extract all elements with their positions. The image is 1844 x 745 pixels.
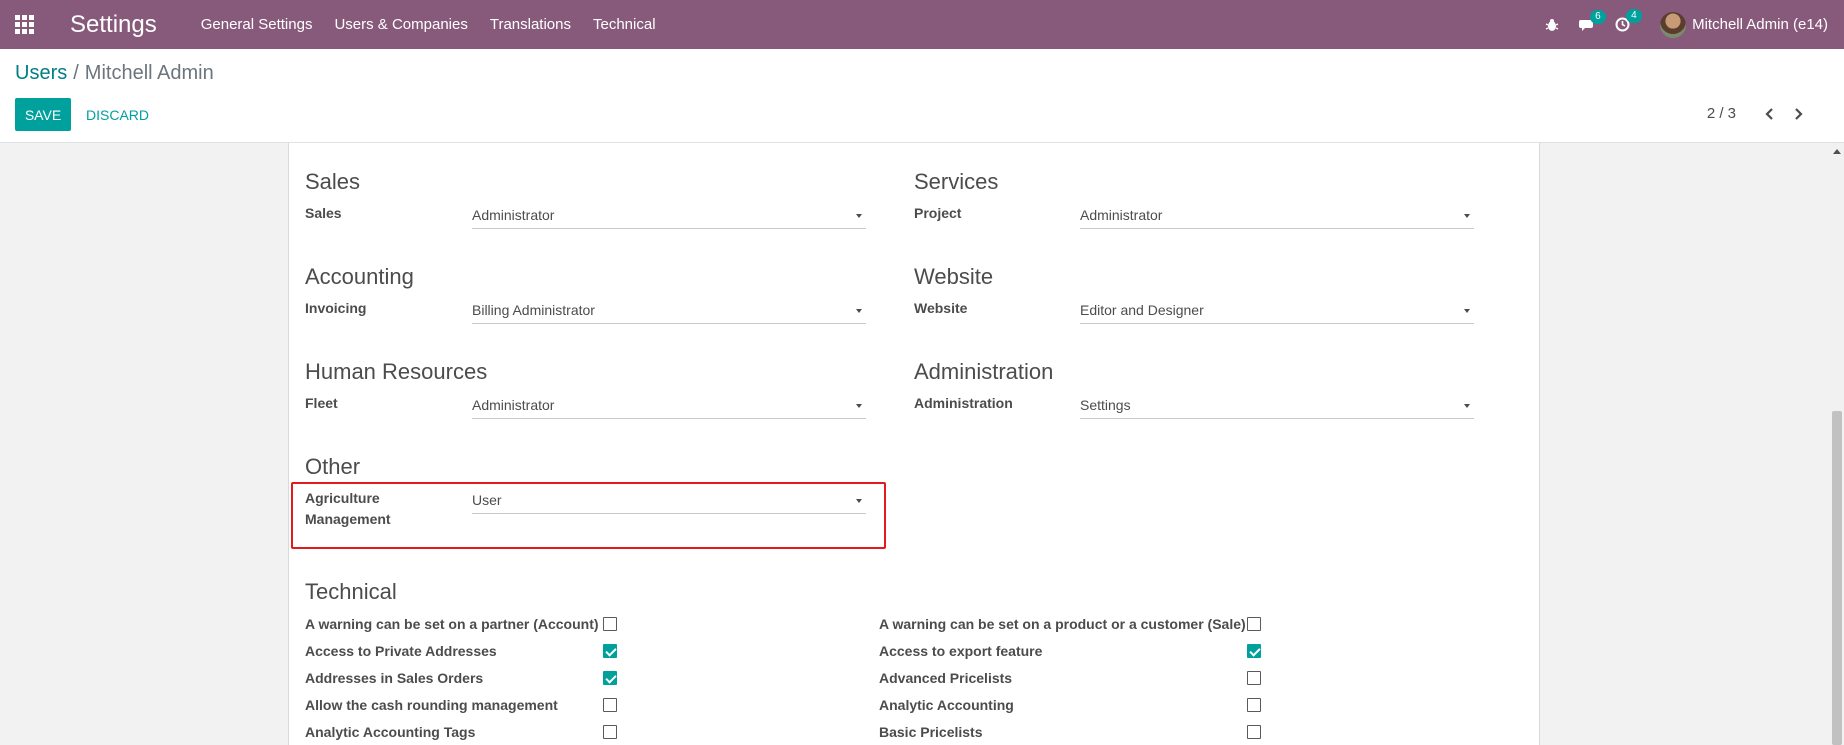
- page-scrollbar[interactable]: [1830, 143, 1844, 745]
- field-label-project: Project: [914, 205, 962, 221]
- main-menu: General Settings Users & Companies Trans…: [201, 16, 678, 33]
- chat-icon[interactable]: 6: [1579, 9, 1606, 32]
- technical-right-label-0: A warning can be set on a product or a c…: [879, 616, 1246, 632]
- group-title-services: Services: [914, 169, 999, 194]
- technical-right-checkbox-0[interactable]: [1247, 617, 1261, 631]
- technical-left-checkbox-3[interactable]: [603, 698, 617, 712]
- technical-left-label-1: Access to Private Addresses: [305, 643, 497, 659]
- scrollbar-thumb[interactable]: [1832, 411, 1842, 745]
- highlight-box: [291, 482, 886, 549]
- breadcrumb-separator: /: [73, 62, 79, 84]
- chevron-down-icon: [856, 309, 862, 313]
- menu-translations[interactable]: Translations: [490, 16, 571, 33]
- app-title[interactable]: Settings: [70, 11, 157, 39]
- field-label-website: Website: [914, 300, 968, 316]
- technical-right-checkbox-3[interactable]: [1247, 698, 1261, 712]
- technical-left-checkbox-2[interactable]: [603, 671, 617, 685]
- group-title-other: Other: [305, 454, 361, 479]
- project-access-value: Administrator: [1080, 207, 1163, 223]
- activities-count-badge: 4: [1626, 9, 1642, 23]
- scroll-up-arrow-icon[interactable]: [1833, 149, 1841, 154]
- technical-left-label-4: Analytic Accounting Tags: [305, 724, 476, 740]
- user-menu-name[interactable]: Mitchell Admin (e14): [1692, 16, 1828, 33]
- group-title-administration: Administration: [914, 359, 1054, 384]
- invoicing-access-select[interactable]: Billing Administrator: [472, 298, 866, 324]
- avatar[interactable]: [1660, 11, 1687, 38]
- field-label-sales: Sales: [305, 205, 342, 221]
- fleet-access-select[interactable]: Administrator: [472, 393, 866, 419]
- field-label-administration: Administration: [914, 395, 1013, 411]
- field-label-invoicing: Invoicing: [305, 300, 367, 316]
- sales-access-select[interactable]: Administrator: [472, 203, 866, 229]
- discard-button[interactable]: DISCARD: [86, 98, 149, 131]
- systray: 6 4 Mitchell Admin (e14): [1525, 9, 1844, 38]
- technical-right-label-2: Advanced Pricelists: [879, 670, 1013, 686]
- technical-left-label-3: Allow the cash rounding management: [305, 697, 558, 713]
- chevron-down-icon: [1464, 404, 1470, 408]
- technical-left-checkbox-0[interactable]: [603, 617, 617, 631]
- chevron-down-icon: [1464, 214, 1470, 218]
- field-label-fleet: Fleet: [305, 395, 338, 411]
- technical-left-checkbox-1[interactable]: [603, 644, 617, 658]
- administration-access-value: Settings: [1080, 397, 1131, 413]
- pager-previous-icon[interactable]: [1759, 104, 1779, 124]
- sales-access-value: Administrator: [472, 207, 555, 223]
- debug-bug-icon[interactable]: [1545, 18, 1559, 32]
- technical-right-checkbox-1[interactable]: [1247, 644, 1261, 658]
- group-title-human-resources: Human Resources: [305, 359, 488, 384]
- project-access-select[interactable]: Administrator: [1080, 203, 1474, 229]
- fleet-access-value: Administrator: [472, 397, 555, 413]
- menu-users-companies[interactable]: Users & Companies: [334, 16, 467, 33]
- top-navbar: Settings General Settings Users & Compan…: [0, 0, 1844, 49]
- control-panel: Users / Mitchell Admin SAVE DISCARD 2 / 3: [0, 49, 1844, 143]
- technical-left-label-2: Addresses in Sales Orders: [305, 670, 484, 686]
- breadcrumb-current: Mitchell Admin: [84, 62, 214, 84]
- technical-right-label-4: Basic Pricelists: [879, 724, 983, 740]
- messages-count-badge: 6: [1590, 9, 1606, 24]
- chevron-down-icon: [856, 214, 862, 218]
- chevron-down-icon: [856, 404, 862, 408]
- pager-value[interactable]: 2 / 3: [1707, 105, 1736, 122]
- group-title-accounting: Accounting: [305, 264, 414, 289]
- pager-next-icon[interactable]: [1789, 104, 1809, 124]
- breadcrumb: Users / Mitchell Admin: [15, 62, 214, 85]
- technical-left-checkbox-4[interactable]: [603, 725, 617, 739]
- technical-right-checkbox-4[interactable]: [1247, 725, 1261, 739]
- website-access-value: Editor and Designer: [1080, 302, 1204, 318]
- menu-general-settings[interactable]: General Settings: [201, 16, 313, 33]
- menu-technical[interactable]: Technical: [593, 16, 656, 33]
- form-sheet: Sales Sales Administrator Services Proje…: [288, 143, 1540, 745]
- invoicing-access-value: Billing Administrator: [472, 302, 595, 318]
- administration-access-select[interactable]: Settings: [1080, 393, 1474, 419]
- group-title-technical: Technical: [305, 579, 397, 604]
- save-button[interactable]: SAVE: [15, 98, 71, 131]
- technical-right-label-3: Analytic Accounting: [879, 697, 1014, 713]
- technical-left-label-0: A warning can be set on a partner (Accou…: [305, 616, 599, 632]
- group-title-website: Website: [914, 264, 994, 289]
- apps-menu-icon[interactable]: [0, 0, 49, 49]
- clock-icon[interactable]: 4: [1615, 9, 1642, 32]
- group-title-sales: Sales: [305, 169, 361, 194]
- website-access-select[interactable]: Editor and Designer: [1080, 298, 1474, 324]
- technical-right-checkbox-2[interactable]: [1247, 671, 1261, 685]
- chevron-down-icon: [1464, 309, 1470, 313]
- technical-right-label-1: Access to export feature: [879, 643, 1043, 659]
- breadcrumb-users-link[interactable]: Users: [15, 62, 67, 84]
